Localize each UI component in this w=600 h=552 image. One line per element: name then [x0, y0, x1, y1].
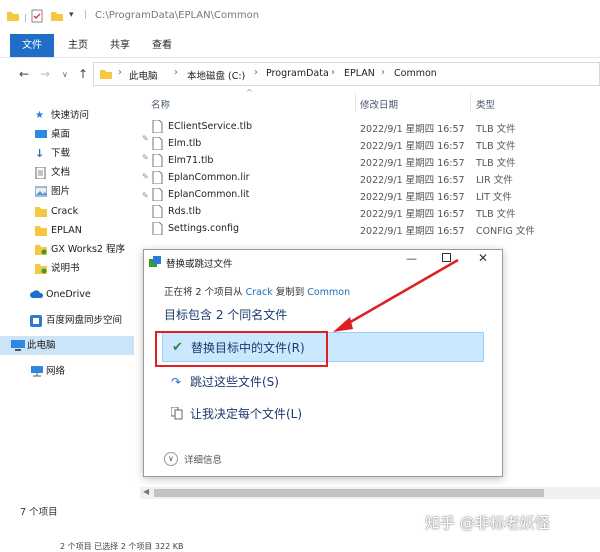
computer-icon: [11, 340, 25, 351]
file-icon: [152, 137, 163, 150]
column-header-type[interactable]: 类型: [476, 97, 495, 111]
compare-files-icon: [171, 407, 183, 420]
source-link[interactable]: Crack: [246, 287, 273, 298]
sidebar-item-downloads[interactable]: ↓ 下载 ✎: [20, 144, 149, 163]
scroll-left-icon[interactable]: ◀: [143, 487, 149, 496]
folder-icon: [35, 207, 47, 217]
back-arrow-icon[interactable]: ←: [19, 67, 29, 81]
folder-icon: [35, 245, 47, 255]
sidebar-item-gx-works2[interactable]: GX Works2 程序: [20, 240, 138, 259]
new-folder-icon[interactable]: [50, 9, 64, 23]
close-icon[interactable]: ✕: [478, 251, 488, 265]
picture-icon: [35, 186, 47, 197]
tab-share[interactable]: 共享: [100, 34, 140, 57]
folder-icon: [35, 264, 47, 274]
file-row[interactable]: EplanCommon.lir 2022/9/1 星期四 16:57 LIR 文…: [147, 170, 600, 187]
cloud-icon: [30, 290, 44, 298]
sidebar-item-desktop[interactable]: 桌面 ✎: [20, 125, 149, 144]
folder-icon: [7, 12, 19, 21]
file-row[interactable]: EplanCommon.lit 2022/9/1 星期四 16:57 LIT 文…: [147, 187, 600, 204]
forward-arrow-icon[interactable]: →: [40, 67, 50, 81]
file-row[interactable]: Elm71.tlb 2022/9/1 星期四 16:57 TLB 文件: [147, 153, 600, 170]
file-icon: [152, 154, 163, 167]
decide-each-file-button[interactable]: 让我决定每个文件(L): [162, 399, 484, 429]
tab-home[interactable]: 主页: [58, 34, 98, 57]
breadcrumb-this-pc[interactable]: 此电脑: [129, 68, 158, 82]
address-bar[interactable]: › 此电脑 › 本地磁盘 (C:) › ProgramData › EPLAN …: [93, 62, 600, 86]
chevron-right-icon: ›: [381, 67, 385, 78]
network-icon: [31, 366, 43, 377]
up-arrow-icon[interactable]: ↑: [78, 67, 88, 81]
horizontal-scrollbar[interactable]: ◀: [140, 487, 600, 499]
chevron-right-icon: ›: [174, 67, 178, 78]
file-icon: [152, 222, 163, 235]
expand-details-icon[interactable]: ∨: [164, 452, 178, 466]
ribbon-tabs: 文件 主页 共享 查看: [0, 34, 600, 58]
sidebar-item-network[interactable]: 网络: [20, 362, 138, 381]
sidebar-item-onedrive[interactable]: OneDrive: [20, 285, 138, 304]
folder-icon: [35, 226, 47, 236]
sidebar-item-quick-access[interactable]: ★ 快速访问: [20, 106, 138, 125]
sidebar-item-manual[interactable]: 说明书: [20, 259, 138, 278]
window-title: C:\ProgramData\EPLAN\Common: [95, 10, 260, 21]
status-item-count: 7 个项目: [20, 507, 58, 518]
folder-icon: [100, 70, 112, 79]
file-icon: [152, 120, 163, 133]
file-row[interactable]: EClientService.tlb 2022/9/1 星期四 16:57 TL…: [147, 119, 600, 136]
file-icon: [152, 188, 163, 201]
dialog-title: 替换或跳过文件: [166, 259, 233, 270]
sidebar-item-crack[interactable]: Crack: [20, 202, 138, 221]
copy-files-icon: [149, 256, 161, 267]
sort-ascending-icon: ^: [246, 88, 253, 97]
scrollbar-thumb[interactable]: [154, 489, 544, 497]
watermark: 知乎 @非标老妖怪: [425, 514, 550, 532]
properties-icon[interactable]: [30, 9, 44, 23]
chevron-right-icon: ›: [254, 67, 258, 78]
chevron-right-icon: ›: [331, 67, 335, 78]
desktop-icon: [35, 130, 47, 138]
column-header-date[interactable]: 修改日期: [360, 97, 398, 111]
customize-qa-icon[interactable]: ▾: [69, 10, 74, 20]
sidebar-item-this-pc[interactable]: 此电脑: [0, 336, 134, 355]
sync-icon: [30, 315, 42, 327]
breadcrumb-local-disk[interactable]: 本地磁盘 (C:): [187, 68, 245, 82]
sidebar-item-pictures[interactable]: 图片 ✎: [20, 182, 149, 201]
title-bar: | ▾ | C:\ProgramData\EPLAN\Common: [0, 0, 600, 32]
highlight-callout-box: [155, 331, 328, 367]
sidebar-item-eplan[interactable]: EPLAN: [20, 221, 138, 240]
breadcrumb-programdata[interactable]: ProgramData: [266, 68, 329, 79]
file-icon: [152, 171, 163, 184]
tab-file[interactable]: 文件: [10, 34, 54, 57]
skip-icon: ↷: [171, 375, 182, 389]
chevron-right-icon: ›: [118, 67, 122, 78]
more-details-toggle[interactable]: 详细信息: [184, 452, 222, 466]
document-icon: [35, 167, 46, 179]
recent-dropdown-icon[interactable]: ∨: [62, 70, 68, 79]
file-row[interactable]: Settings.config 2022/9/1 星期四 16:57 CONFI…: [147, 221, 600, 238]
annotation-arrow-icon: [333, 258, 459, 332]
file-icon: [152, 205, 163, 218]
file-row[interactable]: Elm.tlb 2022/9/1 星期四 16:57 TLB 文件: [147, 136, 600, 153]
breadcrumb-common[interactable]: Common: [394, 68, 437, 79]
file-row[interactable]: Rds.tlb 2022/9/1 星期四 16:57 TLB 文件: [147, 204, 600, 221]
breadcrumb-eplan[interactable]: EPLAN: [344, 68, 375, 79]
column-header-name[interactable]: 名称: [151, 97, 170, 111]
sidebar-item-documents[interactable]: 文档 ✎: [20, 163, 149, 182]
download-icon: ↓: [35, 147, 45, 160]
skip-files-button[interactable]: ↷ 跳过这些文件(S): [162, 367, 484, 397]
tab-view[interactable]: 查看: [142, 34, 182, 57]
sidebar-item-baidu-sync[interactable]: 百度网盘同步空间: [20, 311, 138, 330]
star-icon: ★: [35, 110, 44, 121]
dialog-heading: 目标包含 2 个同名文件: [164, 308, 288, 322]
status-selection: 2 个项目 已选择 2 个项目 322 KB: [60, 542, 184, 551]
